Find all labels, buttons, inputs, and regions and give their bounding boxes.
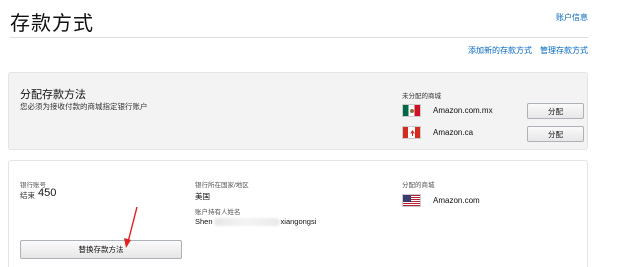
assign-panel-description: 您必须为接收付款的商城指定银行账户: [20, 102, 148, 111]
page-title: 存款方式: [10, 13, 94, 35]
account-ending-digits: 450: [38, 187, 57, 199]
unassigned-stores-label: 未分配的商城: [402, 93, 441, 100]
assign-button-mexico[interactable]: 分配: [527, 103, 584, 119]
manage-deposit-methods-link[interactable]: 管理存款方式: [540, 45, 588, 56]
holder-name-suffix: xiangongsi: [280, 217, 317, 226]
assigned-stores-label: 分配的商城: [402, 182, 435, 189]
assign-deposit-panel: 分配存款方法 您必须为接收付款的商城指定银行账户 未分配的商城 Amazon.c…: [8, 72, 588, 150]
usa-flag-icon: [402, 194, 421, 207]
assign-button-canada[interactable]: 分配: [527, 126, 584, 142]
replace-deposit-method-button[interactable]: 替换存款方法: [20, 240, 182, 259]
redacted-name-blur: [213, 217, 280, 226]
bank-country-label: 银行所在国家/地区: [195, 182, 249, 189]
mexico-flag-icon: [402, 104, 421, 117]
add-deposit-method-link[interactable]: 添加新的存款方式: [468, 45, 532, 56]
store-name: Amazon.com.mx: [433, 106, 493, 115]
account-ending-label: 结束: [20, 191, 35, 200]
store-name: Amazon.com: [433, 196, 480, 205]
account-info-link[interactable]: 账户信息: [556, 12, 588, 23]
account-holder-label: 账户持有人姓名: [195, 209, 241, 216]
assign-panel-title: 分配存款方法: [20, 89, 86, 101]
action-links: 添加新的存款方式 管理存款方式: [468, 45, 588, 56]
store-name: Amazon.ca: [433, 128, 474, 137]
canada-flag-icon: [402, 126, 421, 139]
holder-name-prefix: Shen: [195, 217, 213, 226]
bank-country-value: 美国: [195, 192, 210, 201]
account-holder-name: Shen xiangongsi: [195, 217, 316, 226]
title-divider: [10, 37, 588, 38]
bank-account-panel: 银行账号 结束 450 银行所在国家/地区 美国 账户持有人姓名 Shen xi…: [8, 160, 588, 267]
